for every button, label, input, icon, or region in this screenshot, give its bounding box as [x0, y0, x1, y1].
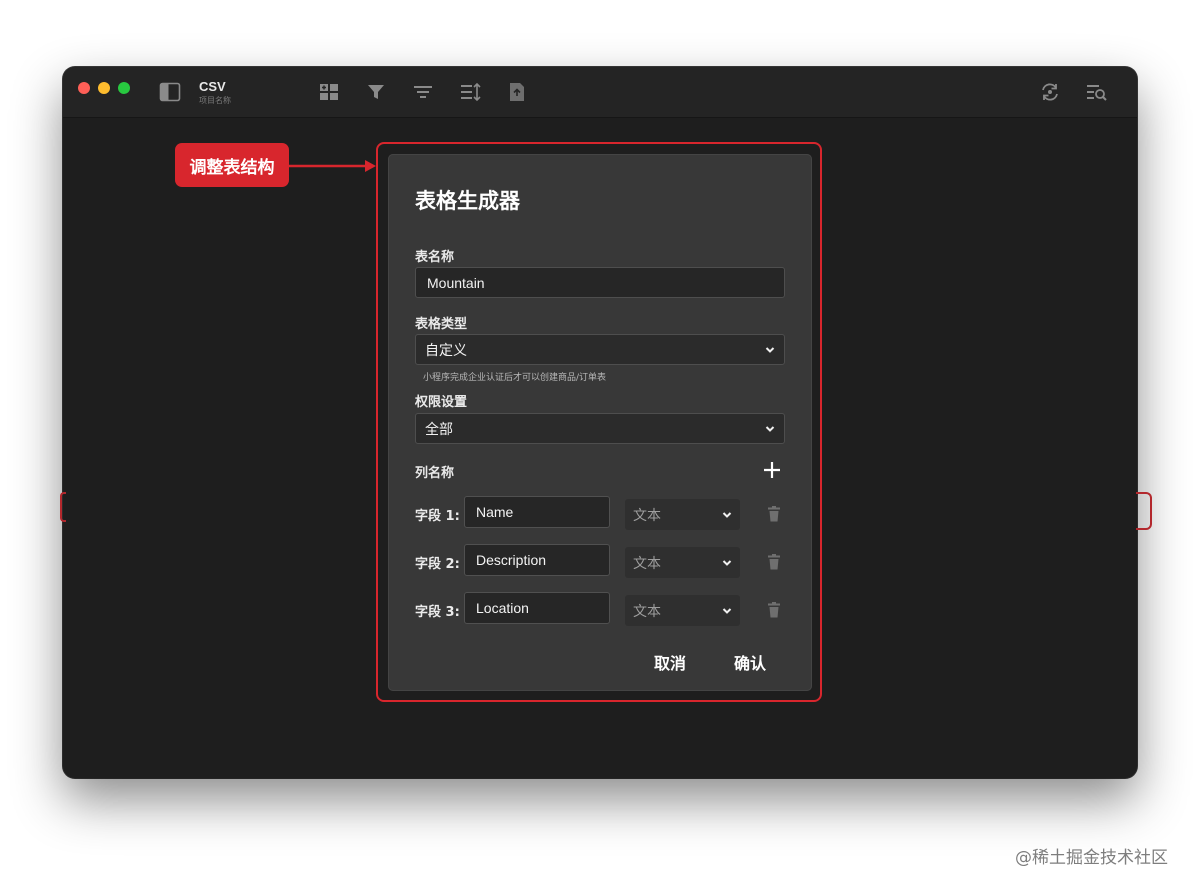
field-3-type-select[interactable]: 文本	[625, 595, 740, 626]
filter-icon[interactable]	[363, 79, 389, 105]
table-name-input[interactable]: Mountain	[415, 267, 785, 298]
field-2-name-value: Description	[476, 552, 547, 568]
title-bar: CSV 项目名称	[63, 67, 1137, 118]
permission-value: 全部	[425, 421, 453, 438]
zoom-window-button[interactable]	[118, 82, 130, 94]
chevron-down-icon	[765, 424, 775, 434]
app-subtitle: 项目名称	[199, 96, 231, 105]
annotation-callout: 调整表结构	[175, 143, 289, 187]
table-type-value: 自定义	[425, 342, 467, 359]
sync-icon[interactable]	[1037, 79, 1063, 105]
annotation-edge-mark-right	[1136, 492, 1152, 530]
close-window-button[interactable]	[78, 82, 90, 94]
field-2-label: 字段 2:	[415, 557, 460, 572]
field-1-type-select[interactable]: 文本	[625, 499, 740, 530]
dialog-title: 表格生成器	[415, 189, 520, 213]
field-1-delete-icon[interactable]	[767, 506, 781, 522]
field-2-type-value: 文本	[633, 555, 661, 572]
annotation-edge-mark-left	[60, 492, 66, 522]
table-type-label: 表格类型	[415, 317, 468, 332]
group-icon[interactable]	[410, 79, 436, 105]
add-table-icon[interactable]	[316, 79, 342, 105]
watermark: @稀土掘金技术社区	[1015, 848, 1168, 868]
permission-label: 权限设置	[415, 395, 468, 410]
field-3-name-value: Location	[476, 600, 529, 616]
table-name-value: Mountain	[427, 274, 485, 291]
minimize-window-button[interactable]	[98, 82, 110, 94]
field-3-delete-icon[interactable]	[767, 602, 781, 618]
chevron-down-icon	[722, 558, 732, 568]
field-3-type-value: 文本	[633, 603, 661, 620]
field-2-delete-icon[interactable]	[767, 554, 781, 570]
field-2-type-select[interactable]: 文本	[625, 547, 740, 578]
table-name-label: 表名称	[415, 250, 455, 265]
chevron-down-icon	[722, 510, 732, 520]
table-type-select[interactable]: 自定义	[415, 334, 785, 365]
field-1-type-value: 文本	[633, 507, 661, 524]
field-3-name-input[interactable]: Location	[464, 592, 610, 624]
field-1-label: 字段 1:	[415, 509, 460, 524]
confirm-button[interactable]: 确认	[734, 650, 766, 674]
field-1-name-input[interactable]: Name	[464, 496, 610, 528]
field-1-name-value: Name	[476, 504, 514, 520]
chevron-down-icon	[765, 345, 775, 355]
annotation-arrow-icon	[289, 160, 376, 172]
field-3-label: 字段 3:	[415, 605, 460, 620]
cancel-button[interactable]: 取消	[654, 650, 686, 674]
permission-select[interactable]: 全部	[415, 413, 785, 444]
chevron-down-icon	[722, 606, 732, 616]
field-2-name-input[interactable]: Description	[464, 544, 610, 576]
table-generator-dialog: 表格生成器 表名称 Mountain 表格类型 自定义 小程序完成企业认证后才可…	[388, 154, 812, 691]
columns-label: 列名称	[415, 466, 455, 481]
sidebar-toggle-icon[interactable]	[157, 79, 183, 105]
search-list-icon[interactable]	[1084, 79, 1110, 105]
add-column-icon[interactable]	[761, 459, 783, 481]
export-icon[interactable]	[504, 79, 530, 105]
table-type-hint: 小程序完成企业认证后才可以创建商品/订单表	[423, 373, 607, 383]
app-title: CSV	[199, 79, 226, 94]
sort-icon[interactable]	[458, 79, 484, 105]
